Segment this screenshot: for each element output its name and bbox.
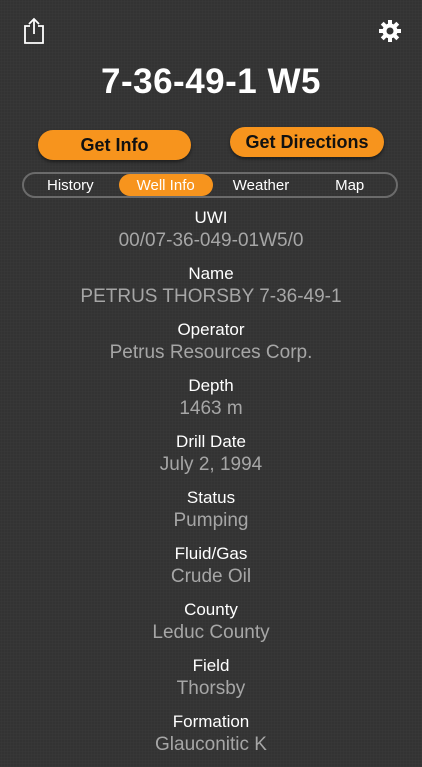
field-label: Fluid/Gas bbox=[174, 544, 248, 563]
top-bar bbox=[0, 16, 422, 50]
field-value: Crude Oil bbox=[170, 566, 252, 587]
tab-weather[interactable]: Weather bbox=[217, 174, 306, 196]
field-formation: Formation Glauconitic K bbox=[0, 711, 422, 767]
get-info-button[interactable]: Get Info bbox=[38, 130, 191, 160]
tab-history[interactable]: History bbox=[26, 174, 115, 196]
field-value: Pumping bbox=[173, 510, 249, 531]
field-value: July 2, 1994 bbox=[159, 454, 263, 475]
field-label: County bbox=[184, 600, 238, 619]
field-label: Formation bbox=[172, 712, 250, 731]
field-drill-date: Drill Date July 2, 1994 bbox=[0, 431, 422, 487]
field-county: County Leduc County bbox=[0, 599, 422, 655]
field-depth: Depth 1463 m bbox=[0, 375, 422, 431]
field-value: 1463 m bbox=[179, 398, 243, 419]
field-label: Drill Date bbox=[176, 432, 246, 451]
share-icon[interactable] bbox=[19, 16, 49, 46]
field-value: 00/07-36-049-01W5/0 bbox=[118, 230, 304, 251]
field-value: Leduc County bbox=[152, 622, 270, 643]
field-value: PETRUS THORSBY 7-36-49-1 bbox=[80, 286, 342, 307]
field-name: Name PETRUS THORSBY 7-36-49-1 bbox=[0, 263, 422, 319]
tab-well-info[interactable]: Well Info bbox=[118, 174, 213, 196]
field-value: Thorsby bbox=[176, 678, 246, 699]
get-directions-button[interactable]: Get Directions bbox=[230, 127, 384, 157]
field-operator: Operator Petrus Resources Corp. bbox=[0, 319, 422, 375]
tab-map[interactable]: Map bbox=[305, 174, 394, 196]
field-label: Status bbox=[186, 488, 236, 507]
field-label: Name bbox=[188, 264, 234, 283]
field-uwi: UWI 00/07-36-049-01W5/0 bbox=[0, 207, 422, 263]
field-label: UWI bbox=[194, 208, 228, 227]
field-status: Status Pumping bbox=[0, 487, 422, 543]
well-info-list: UWI 00/07-36-049-01W5/0 Name PETRUS THOR… bbox=[0, 207, 422, 767]
gear-icon[interactable] bbox=[375, 16, 405, 46]
field-fluid-gas: Fluid/Gas Crude Oil bbox=[0, 543, 422, 599]
segmented-control: History Well Info Weather Map bbox=[22, 172, 398, 198]
page-title: 7-36-49-1 W5 bbox=[101, 62, 321, 101]
field-label: Operator bbox=[177, 320, 245, 339]
field-label: Depth bbox=[188, 376, 234, 395]
field-field: Field Thorsby bbox=[0, 655, 422, 711]
field-value: Glauconitic K bbox=[155, 734, 267, 755]
field-value: Petrus Resources Corp. bbox=[109, 342, 313, 363]
field-label: Field bbox=[192, 656, 230, 675]
